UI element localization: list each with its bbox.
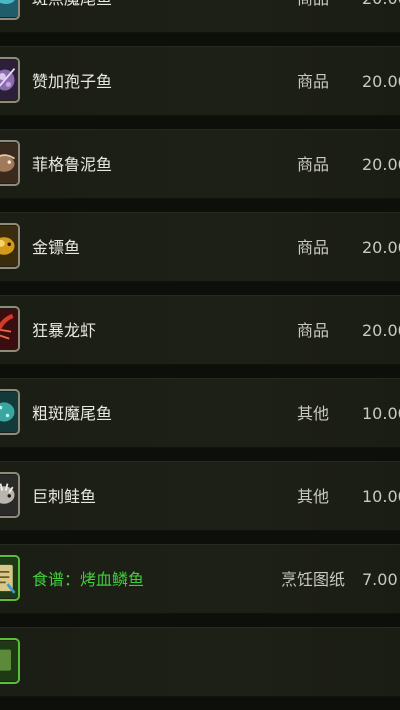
list-item[interactable]: 食谱：烤血鳞鱼 烹饪图纸 7.00 [0,544,400,614]
item-list: 斑点魔尾鱼 商品 20.00 赞加孢子鱼 商品 20.00 菲格鲁泥鱼 商品 2… [0,0,400,710]
item-type: 商品 [276,47,350,117]
item-name: 巨刺鲑鱼 [32,462,96,532]
item-price: 20.00 [362,130,400,200]
item-name: 赞加孢子鱼 [32,47,112,117]
list-item[interactable]: 斑点魔尾鱼 商品 20.00 [0,0,400,33]
item-price: 20.00 [362,296,400,366]
recipe-scroll-icon [0,555,20,601]
item-type: 商品 [276,0,350,34]
item-name: 狂暴龙虾 [32,296,96,366]
item-type: 商品 [276,296,350,366]
item-price: 7.00 [362,545,398,615]
item-price: 20.00 [362,213,400,283]
item-type: 烹饪图纸 [276,545,350,615]
item-name: 菲格鲁泥鱼 [32,130,112,200]
list-item[interactable]: 金镖鱼 商品 20.00 [0,212,400,282]
item-price: 20.00 [362,47,400,117]
fish-icon [0,0,20,20]
item-type: 商品 [276,130,350,200]
list-item[interactable]: 赞加孢子鱼 商品 20.00 [0,46,400,116]
spiny-salmon-icon [0,472,20,518]
item-type: 其他 [276,379,350,449]
spore-fish-icon [0,57,20,103]
gold-fish-icon [0,223,20,269]
list-item[interactable] [0,627,400,697]
item-type: 其他 [276,462,350,532]
item-type: 商品 [276,213,350,283]
list-item[interactable]: 狂暴龙虾 商品 20.00 [0,295,400,365]
list-item[interactable]: 菲格鲁泥鱼 商品 20.00 [0,129,400,199]
item-price: 10.00 [362,462,400,532]
spotted-fish-icon [0,389,20,435]
item-name: 金镖鱼 [32,213,80,283]
item-price: 20.00 [362,0,400,34]
item-name: 粗斑魔尾鱼 [32,379,112,449]
item-icon [0,638,20,684]
item-name: 食谱：烤血鳞鱼 [32,545,144,615]
mud-fish-icon [0,140,20,186]
item-name: 斑点魔尾鱼 [32,0,112,34]
item-price: 10.00 [362,379,400,449]
list-item[interactable]: 粗斑魔尾鱼 其他 10.00 [0,378,400,448]
lobster-icon [0,306,20,352]
list-item[interactable]: 巨刺鲑鱼 其他 10.00 [0,461,400,531]
